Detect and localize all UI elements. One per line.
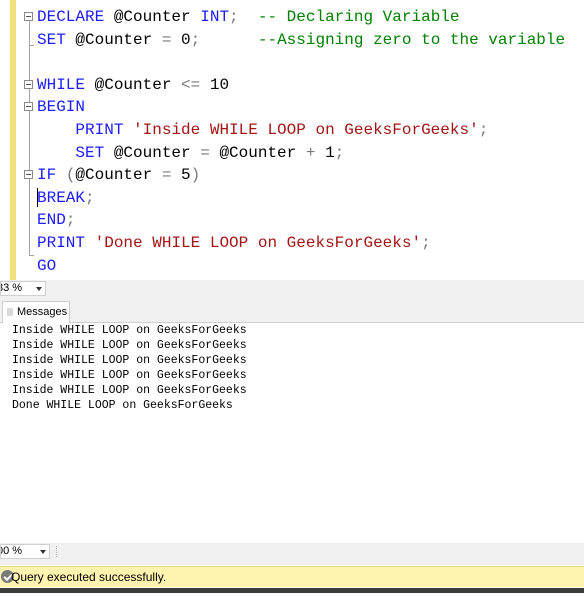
- results-zoom-value: 00 %: [1, 545, 23, 557]
- punctuation: ;: [229, 8, 239, 26]
- identifier: @Counter: [65, 31, 162, 49]
- query-editor[interactable]: DECLARE @Counter INT; -- Declaring Varia…: [0, 0, 584, 280]
- code-line-8[interactable]: BREAK;: [37, 187, 95, 209]
- code-line-10[interactable]: PRINT 'Done WHILE LOOP on GeeksForGeeks'…: [37, 232, 431, 254]
- identifier: @Counter: [209, 144, 306, 162]
- text-caret: [37, 188, 38, 207]
- keyword: GO: [37, 257, 57, 275]
- code-line-11[interactable]: GO: [37, 255, 56, 277]
- keyword: BREAK: [37, 189, 86, 207]
- punctuation: ;: [190, 31, 201, 49]
- punctuation: ;: [478, 121, 489, 139]
- punctuation: ;: [85, 189, 95, 207]
- string-literal: 'Inside WHILE LOOP on GeeksForGeeks': [133, 121, 479, 139]
- change-tracking-margin: [10, 0, 16, 280]
- results-zoom-select[interactable]: 00 %: [0, 544, 50, 559]
- keyword: PRINT: [37, 234, 86, 252]
- editor-zoom-bar: 33 %: [0, 280, 584, 297]
- number: 0: [171, 31, 191, 49]
- code-line-9[interactable]: END;: [37, 209, 75, 231]
- chevron-down-icon: [36, 287, 42, 291]
- window-bottom-edge: [0, 587, 584, 596]
- results-zoom-bar: 00 %: [0, 543, 584, 565]
- outline-guide: [29, 16, 30, 256]
- punctuation: ;: [65, 211, 76, 229]
- operator: =: [200, 144, 210, 162]
- collapse-if-icon[interactable]: [24, 170, 33, 179]
- code-line-6[interactable]: SET @Counter = @Counter + 1;: [37, 142, 344, 164]
- operator: =: [161, 166, 172, 184]
- editor-zoom-select[interactable]: 33 %: [0, 281, 46, 296]
- code-line-3[interactable]: WHILE @Counter <= 10: [37, 74, 229, 96]
- message-line: Done WHILE LOOP on GeeksForGeeks: [12, 399, 233, 412]
- splitter-grip[interactable]: [56, 546, 63, 557]
- message-line: Inside WHILE LOOP on GeeksForGeeks: [12, 384, 247, 397]
- code-line-4[interactable]: BEGIN: [37, 96, 85, 118]
- keyword: IF: [37, 166, 57, 184]
- comment: -- Declaring Variable: [238, 8, 460, 26]
- query-status-bar: Query executed successfully.: [0, 566, 584, 587]
- keyword: PRINT: [75, 121, 124, 139]
- number: 10: [200, 76, 230, 94]
- chevron-down-icon: [40, 550, 46, 554]
- status-text: Query executed successfully.: [11, 570, 167, 584]
- comment: --Assigning zero to the variable: [200, 31, 566, 49]
- tab-messages-label: Messages: [17, 306, 68, 318]
- message-line: Inside WHILE LOOP on GeeksForGeeks: [12, 369, 247, 382]
- string-literal: 'Done WHILE LOOP on GeeksForGeeks': [94, 234, 422, 252]
- number: 1: [315, 144, 335, 162]
- results-pane: Messages Inside WHILE LOOP on GeeksForGe…: [0, 297, 584, 543]
- outline-tick: [29, 45, 34, 46]
- keyword: INT: [200, 8, 230, 26]
- identifier: @Counter: [85, 76, 182, 94]
- collapse-while-icon[interactable]: [24, 80, 33, 89]
- operator: =: [161, 31, 172, 49]
- keyword: SET: [75, 144, 105, 162]
- code-line-5[interactable]: PRINT 'Inside WHILE LOOP on GeeksForGeek…: [37, 119, 488, 141]
- results-tab-strip: Messages: [0, 297, 584, 323]
- message-line: Inside WHILE LOOP on GeeksForGeeks: [12, 339, 247, 352]
- code-line-7[interactable]: IF (@Counter = 5): [37, 164, 200, 186]
- collapse-begin-icon[interactable]: [24, 102, 33, 111]
- editor-zoom-value: 33 %: [1, 282, 23, 294]
- collapse-declare-icon[interactable]: [24, 12, 33, 21]
- outline-tick: [29, 255, 34, 256]
- window-border: [0, 588, 584, 593]
- keyword: BEGIN: [37, 98, 86, 116]
- code-line-1[interactable]: DECLARE @Counter INT; -- Declaring Varia…: [37, 6, 460, 28]
- identifier: @Counter: [104, 144, 201, 162]
- operator: (: [65, 166, 76, 184]
- punctuation: ;: [334, 144, 345, 162]
- keyword: DECLARE: [37, 8, 105, 26]
- messages-icon: [7, 308, 13, 316]
- operator: <=: [181, 76, 201, 94]
- punctuation: ;: [421, 234, 431, 252]
- code-line-2[interactable]: SET @Counter = 0; --Assigning zero to th…: [37, 29, 565, 51]
- message-line: Inside WHILE LOOP on GeeksForGeeks: [12, 324, 247, 337]
- keyword: SET: [37, 31, 66, 49]
- tab-messages[interactable]: Messages: [2, 301, 70, 323]
- number: 5: [171, 166, 191, 184]
- identifier: @Counter: [104, 8, 201, 26]
- operator: ): [190, 166, 201, 184]
- identifier: @Counter: [75, 166, 162, 184]
- keyword: END: [37, 211, 66, 229]
- message-line: Inside WHILE LOOP on GeeksForGeeks: [12, 354, 247, 367]
- keyword: WHILE: [37, 76, 86, 94]
